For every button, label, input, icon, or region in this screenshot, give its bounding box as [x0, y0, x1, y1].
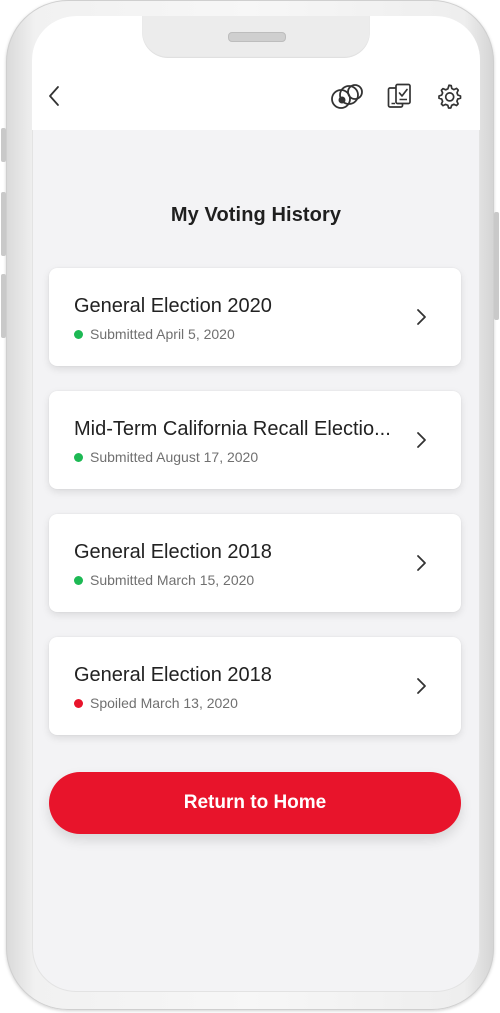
settings-button[interactable]	[433, 80, 465, 112]
back-button[interactable]	[38, 80, 70, 112]
status-dot	[74, 329, 83, 339]
history-card-title: General Election 2018	[74, 541, 272, 563]
history-card-4[interactable]: General Election 2018 Spoiled March 13, …	[49, 637, 461, 735]
history-card-title: Mid-Term California Recall Electio...	[74, 418, 391, 440]
connections-button[interactable]	[328, 80, 366, 112]
chevron-right-icon	[417, 432, 426, 448]
status-text: Spoiled March 13, 2020	[90, 695, 238, 711]
chevron-right-icon	[417, 678, 426, 694]
history-card-title: General Election 2018	[74, 664, 272, 686]
speaker-grille	[228, 32, 286, 42]
documents-icon	[387, 83, 411, 108]
chevron-left-icon	[49, 86, 59, 106]
history-card-3[interactable]: General Election 2018 Submitted March 15…	[49, 514, 461, 612]
gear-icon	[438, 84, 462, 109]
status-dot	[74, 575, 83, 585]
side-button-lower	[1, 274, 6, 338]
connection-circles-icon	[331, 84, 363, 109]
side-button-right	[494, 212, 499, 320]
status-text: Submitted March 15, 2020	[90, 572, 255, 588]
documents-button[interactable]	[384, 80, 416, 112]
history-card-1[interactable]: General Election 2020 Submitted April 5,…	[49, 268, 461, 366]
phone-notch	[142, 16, 370, 58]
history-card-title: General Election 2020	[74, 295, 272, 317]
page-title: My Voting History	[170, 204, 342, 226]
history-card-status: Submitted August 17, 2020	[74, 449, 258, 465]
status-dot	[74, 452, 83, 462]
chevron-right-icon	[417, 309, 426, 325]
chevron-right-icon	[417, 555, 426, 571]
history-card-status: Spoiled March 13, 2020	[74, 695, 238, 711]
status-text: Submitted August 17, 2020	[90, 449, 259, 465]
side-button-upper	[1, 128, 6, 162]
app-screen: My Voting History General Election 2020 …	[32, 16, 480, 992]
history-card-2[interactable]: Mid-Term California Recall Electio... Su…	[49, 391, 461, 489]
history-card-status: Submitted March 15, 2020	[74, 572, 254, 588]
history-card-status: Submitted April 5, 2020	[74, 326, 235, 342]
status-text: Submitted April 5, 2020	[90, 326, 235, 342]
phone-frame: My Voting History General Election 2020 …	[1, 0, 499, 1010]
status-dot	[74, 698, 83, 708]
return-home-button[interactable]: Return to Home	[49, 772, 461, 834]
side-button-middle	[1, 192, 6, 256]
app-header	[32, 16, 480, 130]
